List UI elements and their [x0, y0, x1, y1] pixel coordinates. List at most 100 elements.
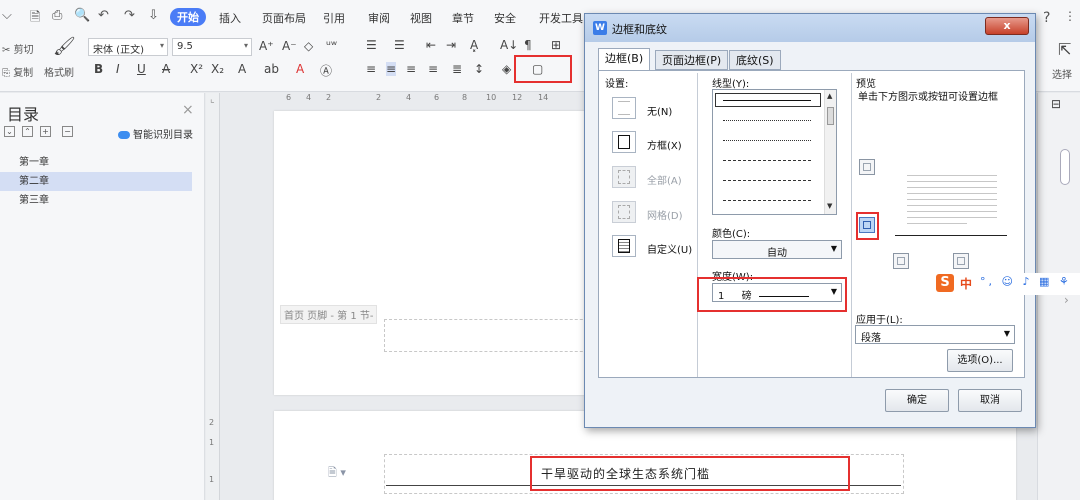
cursor-select-icon[interactable]: ⇱ [1058, 40, 1071, 59]
scrollbar-thumb[interactable] [1060, 149, 1070, 185]
highlight-icon[interactable]: ab [264, 62, 279, 76]
cancel-button[interactable]: 取消 [958, 389, 1022, 412]
tab-view[interactable]: 视图 [410, 10, 432, 26]
chinese-layout-icon[interactable]: A͓ [470, 38, 478, 52]
border-top-button[interactable] [859, 159, 875, 175]
line-style-solid[interactable] [723, 100, 811, 101]
numbering-icon[interactable]: ☰ [394, 38, 405, 52]
ime-logo-icon[interactable]: S [936, 274, 954, 292]
border-right-button[interactable] [953, 253, 969, 269]
panel-toggle-icon[interactable]: ⊟ [1051, 97, 1061, 111]
clear-format-icon[interactable]: ◇ [304, 39, 313, 53]
close-button[interactable]: x [985, 17, 1029, 35]
dialog-titlebar[interactable]: W 边框和底纹 x [585, 14, 1035, 42]
collapse-all-icon[interactable]: ⌄ [4, 126, 15, 137]
ok-button[interactable]: 确定 [885, 389, 949, 412]
tab-insert[interactable]: 插入 [219, 10, 241, 26]
tab-stop-icon[interactable]: ⌞ [210, 94, 215, 105]
tab-page-layout[interactable]: 页面布局 [262, 10, 306, 26]
subscript-icon[interactable]: X₂ [211, 62, 224, 76]
increase-indent-icon[interactable]: ⇥ [446, 38, 456, 52]
font-color-icon[interactable]: A [296, 62, 304, 76]
tab-references[interactable]: 引用 [323, 10, 345, 26]
color-select[interactable]: 自动 ▼ [712, 240, 842, 259]
select-label[interactable]: 选择 [1052, 66, 1072, 81]
decrease-indent-icon[interactable]: ⇤ [426, 38, 436, 52]
borders-icon[interactable]: ▢ [532, 62, 543, 76]
close-icon[interactable]: × [182, 102, 194, 118]
tab-developer[interactable]: 开发工具 [539, 10, 583, 26]
distribute-icon[interactable]: ≣ [452, 62, 462, 76]
line-spacing-icon[interactable]: ↕ [474, 62, 484, 76]
options-button[interactable]: 选项(O)... [947, 349, 1013, 372]
tab-section[interactable]: 章节 [452, 10, 474, 26]
copy-button[interactable]: ⎘ 复制 [2, 64, 33, 79]
ime-mode[interactable]: 中 [960, 275, 972, 292]
print-icon[interactable]: ⎙ [52, 8, 62, 23]
scroll-thumb[interactable] [827, 107, 834, 125]
align-right-icon[interactable]: ≡ [406, 62, 416, 76]
setting-none-icon[interactable] [612, 97, 636, 119]
line-style-dotted-2[interactable] [723, 140, 811, 141]
superscript-icon[interactable]: X² [190, 62, 203, 76]
italic-icon[interactable]: I [116, 62, 120, 76]
line-style-list[interactable]: ▲ ▼ [712, 89, 837, 215]
border-left-button[interactable] [893, 253, 909, 269]
scroll-up-icon[interactable]: ▲ [827, 92, 832, 100]
tab-shading[interactable]: 底纹(S) [729, 50, 781, 70]
cut-button[interactable]: ✂ 剪切 [2, 41, 34, 56]
align-center-icon[interactable]: ≡ [386, 62, 397, 76]
char-border-icon[interactable]: Ⓐ [320, 62, 332, 79]
strikethrough-icon[interactable]: A [162, 62, 170, 76]
arrow-right-icon[interactable]: › [1064, 293, 1069, 307]
save-icon[interactable]: 🗎 [30, 8, 40, 30]
help-icon[interactable]: ? [1043, 10, 1050, 26]
redo-icon[interactable]: ↷ [124, 8, 135, 23]
paragraph-mark-icon[interactable]: 🗎 ▾ [328, 464, 346, 483]
apply-to-select[interactable]: 段落 ▼ [855, 325, 1015, 344]
table-icon[interactable]: ⊞ [551, 38, 561, 52]
line-style-dotted[interactable] [723, 120, 811, 121]
justify-icon[interactable]: ≡ [428, 62, 438, 76]
toc-item[interactable]: 第三章 [0, 191, 192, 210]
setting-custom-icon[interactable] [612, 235, 636, 257]
shrink-font-icon[interactable]: A⁻ [282, 39, 297, 53]
font-size-select[interactable]: 9.5 ▾ [172, 38, 252, 56]
line-style-dash-dot[interactable] [723, 180, 811, 181]
more-icon[interactable]: ⋮ [1064, 9, 1076, 23]
toc-item[interactable]: 第二章 [0, 172, 192, 191]
shading-icon[interactable]: ◈ [502, 62, 511, 76]
show-marks-icon[interactable]: ¶ [524, 38, 532, 52]
print-preview-icon[interactable]: 🔍 [74, 8, 90, 23]
tab-page-border[interactable]: 页面边框(P) [655, 50, 729, 70]
phonetic-guide-icon[interactable]: ᵘʷ [326, 38, 337, 52]
collapse-icon[interactable]: ⌃ [22, 126, 33, 137]
align-left-icon[interactable]: ≡ [366, 62, 376, 76]
text-effect-icon[interactable]: A [238, 62, 246, 76]
setting-box-label[interactable]: 方框(X) [647, 137, 682, 152]
shrink-icon[interactable]: − [62, 126, 73, 137]
tab-review[interactable]: 审阅 [368, 10, 390, 26]
toc-item[interactable]: 第一章 [0, 153, 192, 172]
grow-font-icon[interactable]: A⁺ [259, 39, 274, 53]
setting-none-label[interactable]: 无(N) [647, 103, 672, 118]
border-middle-button[interactable] [859, 217, 875, 233]
line-style-dash-dot-2[interactable] [723, 200, 811, 201]
expand-icon[interactable]: + [40, 126, 51, 137]
scroll-down-icon[interactable]: ▼ [827, 202, 832, 210]
smart-toc-button[interactable]: 智能识别目录 [118, 126, 193, 141]
setting-custom-label[interactable]: 自定义(U) [647, 241, 692, 256]
customize-icon[interactable]: ⇩ [148, 8, 159, 23]
tab-borders[interactable]: 边框(B) [598, 48, 651, 71]
setting-box-icon[interactable] [612, 131, 636, 153]
font-name-select[interactable]: 宋体 (正文) ▾ [88, 38, 168, 56]
tab-home[interactable]: 开始 [170, 8, 206, 26]
line-style-dashed[interactable] [723, 160, 811, 161]
ime-tools-icon[interactable]: °, ☺ ♪ ▦ ⚘ [980, 275, 1072, 288]
line-style-scrollbar[interactable]: ▲ ▼ [824, 90, 836, 214]
width-select[interactable]: 1 磅 ▼ [712, 283, 842, 302]
bullets-icon[interactable]: ☰ [366, 38, 377, 52]
doc-heading[interactable]: 干旱驱动的全球生态系统门槛 [541, 465, 710, 482]
format-painter-icon[interactable]: 🖌 [53, 36, 76, 57]
undo-icon[interactable]: ↶ [98, 8, 109, 23]
